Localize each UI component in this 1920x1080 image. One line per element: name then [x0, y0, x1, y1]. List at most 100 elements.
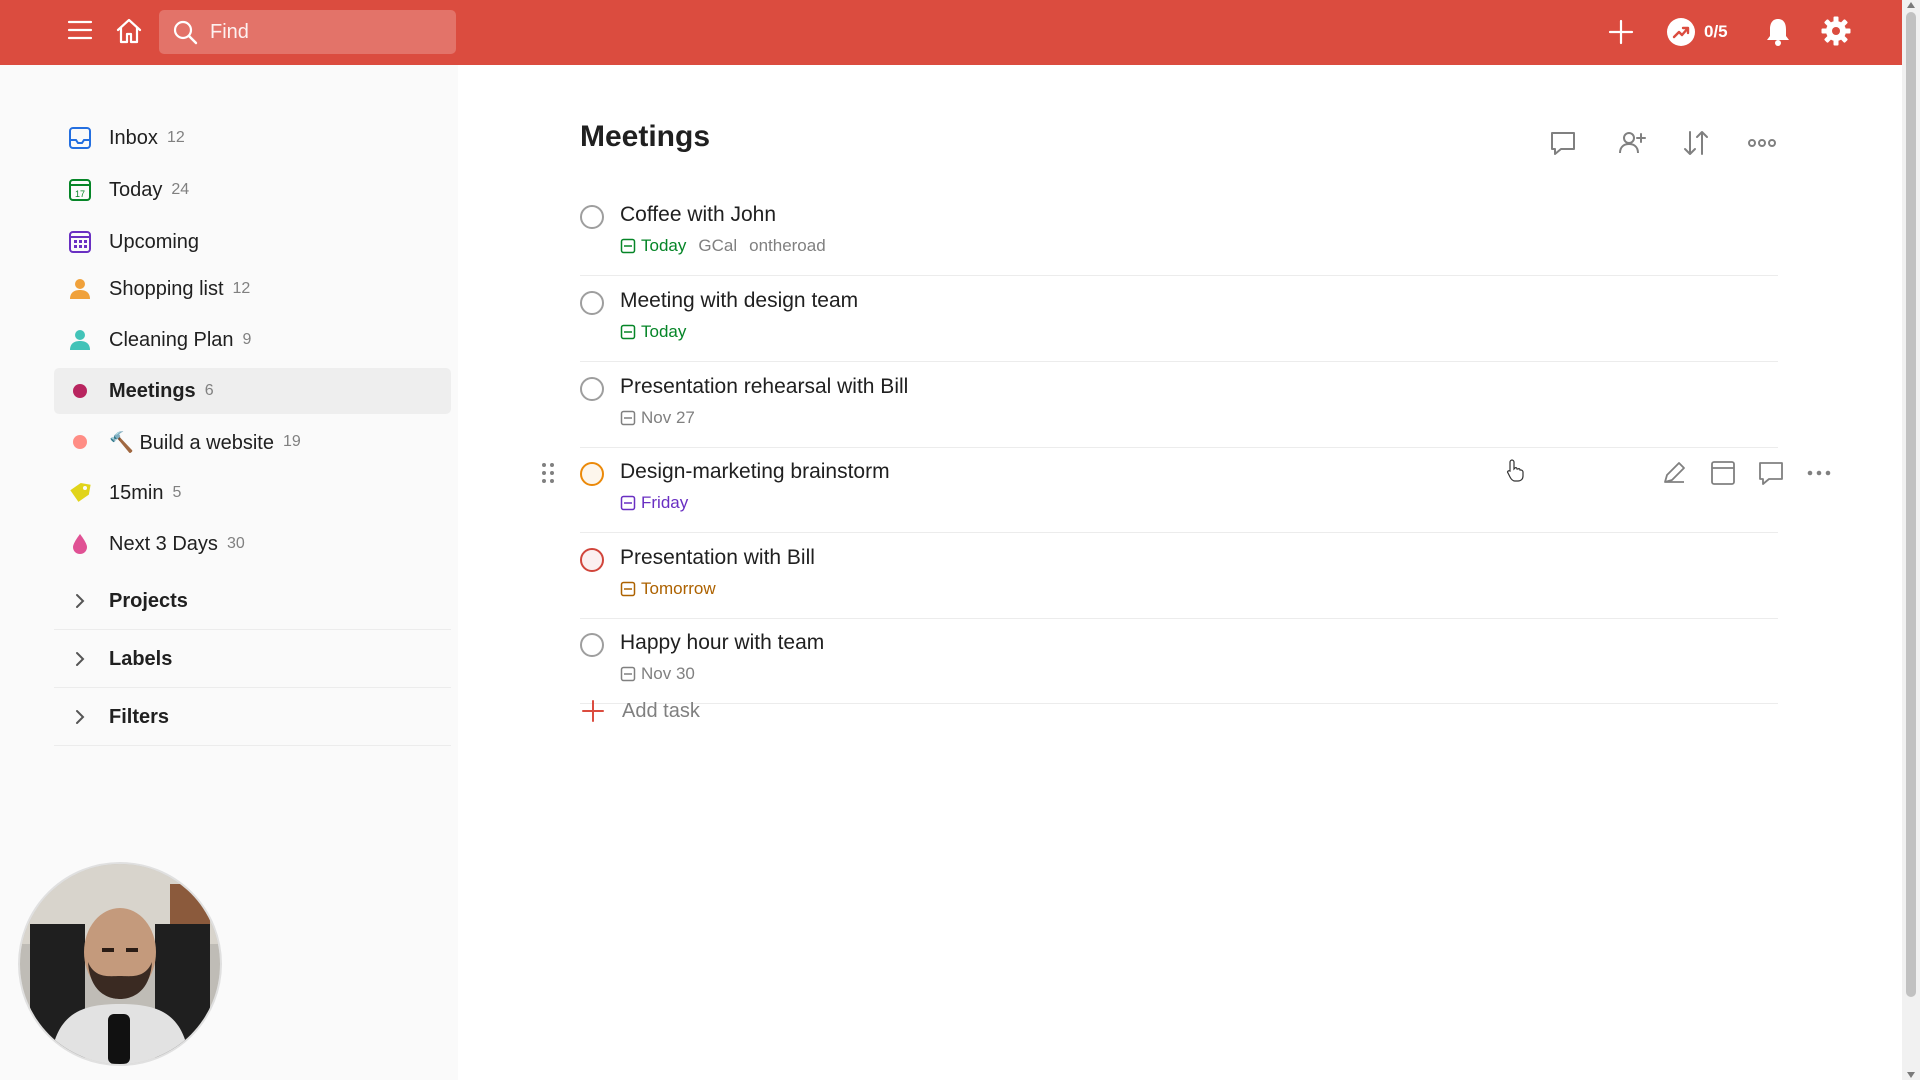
bell-icon — [1767, 19, 1789, 46]
sidebar-item-count: 24 — [171, 181, 190, 198]
section-label: Filters — [109, 705, 170, 728]
sidebar-item-label: Next 3 Days — [109, 532, 218, 555]
task-checkbox[interactable] — [580, 548, 604, 572]
sidebar-item-label: Today — [109, 178, 163, 201]
chevron-right-icon[interactable] — [67, 708, 93, 726]
sidebar-item-label: Inbox — [109, 126, 158, 149]
due-date[interactable]: Tomorrow — [620, 579, 716, 599]
task-checkbox[interactable] — [580, 633, 604, 657]
task-row[interactable]: Meeting with design team Today — [580, 276, 1778, 362]
sidebar-item-today[interactable]: 17 Today 24 — [54, 167, 451, 213]
due-date-label: Tomorrow — [641, 579, 716, 598]
calendar-icon — [1711, 461, 1735, 485]
sidebar-item-label: Cleaning Plan — [109, 328, 234, 351]
schedule-task-button[interactable] — [1709, 459, 1737, 492]
add-task-label: Add task — [622, 699, 700, 722]
sidebar-item-inbox[interactable]: Inbox 12 — [54, 115, 451, 161]
comments-button[interactable] — [1548, 128, 1578, 163]
comment-icon — [1551, 132, 1575, 155]
task-meta: Today — [620, 322, 686, 342]
notifications-button[interactable] — [1763, 16, 1793, 48]
calendar-icon — [620, 238, 636, 254]
due-date-label: Today — [641, 236, 687, 255]
task-title[interactable]: Presentation with Bill — [620, 546, 815, 570]
task-label[interactable]: GCal — [698, 236, 737, 256]
share-button[interactable] — [1617, 128, 1647, 163]
drop-icon — [67, 531, 93, 557]
page-scrollbar[interactable] — [1902, 0, 1920, 1080]
sidebar-item-count: 12 — [166, 129, 185, 146]
task-more-button[interactable] — [1805, 459, 1833, 492]
page-title: Meetings — [580, 120, 711, 153]
task-meta: Friday — [620, 493, 688, 513]
due-date-label: Nov 30 — [641, 664, 695, 683]
chevron-right-icon[interactable] — [67, 592, 93, 610]
task-title[interactable]: Presentation rehearsal with Bill — [620, 375, 908, 399]
section-label: Labels — [109, 647, 173, 670]
sidebar-section-projects[interactable]: Projects — [54, 573, 451, 630]
due-date-label: Nov 27 — [641, 408, 695, 427]
settings-button[interactable] — [1820, 15, 1852, 47]
sidebar-item-next-3-days[interactable]: Next 3 Days 30 — [54, 521, 451, 567]
sidebar-item-count: 30 — [226, 535, 245, 552]
due-date[interactable]: Nov 27 — [620, 408, 695, 428]
due-date[interactable]: Today — [620, 236, 686, 256]
sidebar-item-count: 6 — [204, 382, 214, 399]
sidebar-item-15min[interactable]: 15min 5 — [54, 470, 451, 516]
drag-handle-icon[interactable] — [540, 461, 556, 490]
add-task-quick-button[interactable] — [1607, 18, 1635, 46]
chevron-right-icon[interactable] — [67, 650, 93, 668]
search-input[interactable] — [208, 19, 442, 45]
task-title[interactable]: Design-marketing brainstorm — [620, 460, 890, 484]
task-meta: Nov 27 — [620, 408, 695, 428]
sort-button[interactable] — [1681, 128, 1711, 163]
more-options-button[interactable] — [1746, 128, 1778, 163]
sidebar-section-filters[interactable]: Filters — [54, 689, 451, 746]
sidebar-item-build-a-website[interactable]: 🔨 Build a website 19 — [54, 419, 451, 465]
plus-icon — [1608, 19, 1634, 45]
edit-task-button[interactable] — [1660, 459, 1688, 492]
due-date[interactable]: Today — [620, 322, 686, 342]
task-row[interactable]: Coffee with John Today GCal ontheroad — [580, 190, 1778, 276]
plus-icon — [582, 700, 604, 722]
scroll-down-arrow-icon[interactable] — [1907, 1072, 1915, 1078]
sidebar-item-label: Upcoming — [109, 230, 200, 253]
task-label[interactable]: ontheroad — [749, 236, 826, 256]
calendar-icon — [620, 495, 636, 511]
task-checkbox[interactable] — [580, 291, 604, 315]
calendar-upcoming-icon — [67, 229, 93, 255]
sidebar-item-cleaning-plan[interactable]: Cleaning Plan 9 — [54, 317, 451, 363]
task-row[interactable]: Presentation with Bill Tomorrow — [580, 533, 1778, 619]
add-person-icon — [1619, 132, 1646, 154]
task-row[interactable]: Presentation rehearsal with Bill Nov 27 — [580, 362, 1778, 448]
task-title[interactable]: Meeting with design team — [620, 289, 858, 313]
task-checkbox[interactable] — [580, 205, 604, 229]
top-bar: 0/5 — [0, 0, 1902, 65]
sidebar-section-labels[interactable]: Labels — [54, 631, 451, 688]
task-title[interactable]: Coffee with John — [620, 203, 776, 227]
search-box[interactable] — [159, 10, 456, 54]
menu-icon[interactable] — [66, 18, 94, 42]
task-row[interactable]: Happy hour with team Nov 30 — [580, 618, 1778, 704]
scroll-thumb[interactable] — [1906, 12, 1916, 997]
due-date[interactable]: Nov 30 — [620, 664, 695, 684]
task-meta: Today GCal ontheroad — [620, 236, 826, 256]
comment-task-button[interactable] — [1757, 459, 1785, 492]
task-checkbox[interactable] — [580, 462, 604, 486]
scroll-up-arrow-icon[interactable] — [1907, 2, 1915, 8]
sidebar-item-shopping-list[interactable]: Shopping list 12 — [54, 266, 451, 312]
task-title[interactable]: Happy hour with team — [620, 631, 824, 655]
sort-icon — [1684, 131, 1708, 155]
sidebar-item-upcoming[interactable]: Upcoming — [54, 219, 451, 265]
karma-progress: 0/5 — [1704, 22, 1728, 41]
home-icon[interactable] — [114, 16, 144, 46]
task-checkbox[interactable] — [580, 377, 604, 401]
calendar-today-icon: 17 — [67, 177, 93, 203]
sidebar-item-meetings[interactable]: Meetings 6 — [54, 368, 451, 414]
more-horizontal-icon — [1807, 470, 1831, 476]
productivity-button[interactable]: 0/5 — [1666, 17, 1728, 47]
due-date[interactable]: Friday — [620, 493, 688, 513]
task-row[interactable]: Design-marketing brainstorm Friday — [542, 447, 1831, 533]
add-task-button[interactable]: Add task — [580, 698, 700, 724]
sidebar-item-label: 🔨 Build a website — [109, 431, 274, 454]
